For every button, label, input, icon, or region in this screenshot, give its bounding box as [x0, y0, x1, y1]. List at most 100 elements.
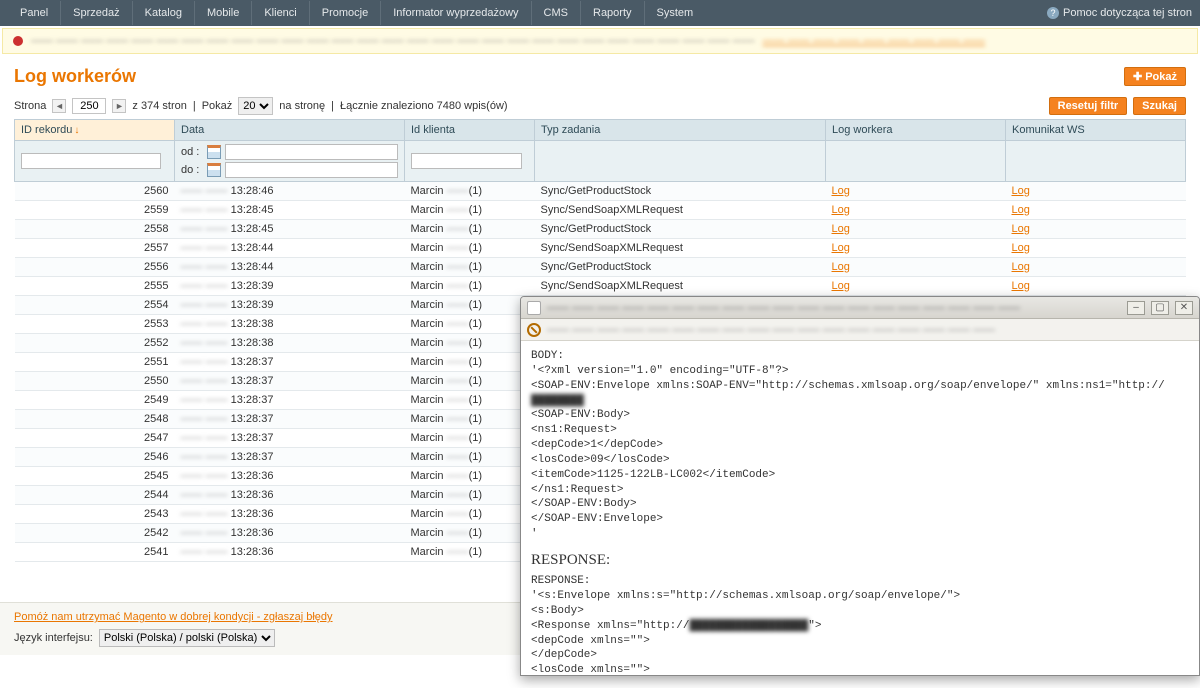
pager-total: Łącznie znaleziono 7480 wpis(ów) [340, 100, 508, 112]
col-klient[interactable]: Id klienta [405, 120, 535, 141]
nav-item[interactable]: Klienci [252, 1, 309, 25]
nav-item[interactable]: Panel [8, 1, 61, 25]
nav-item[interactable]: Raporty [581, 1, 645, 25]
ws-link[interactable]: Log [1012, 223, 1030, 235]
table-row[interactable]: 2556—— —— 13:28:44Marcin ——(1)Sync/GetPr… [15, 258, 1186, 277]
cell-id: 2547 [15, 429, 175, 448]
next-page-button[interactable]: ► [112, 99, 126, 113]
cell-kom: Log [1006, 258, 1186, 277]
filter-from-input[interactable] [225, 144, 398, 160]
cell-id: 2548 [15, 410, 175, 429]
cell-id: 2555 [15, 277, 175, 296]
cell-id: 2552 [15, 334, 175, 353]
notice-text: —— —— —— —— —— —— —— —— —— —— —— —— —— —… [31, 35, 755, 47]
col-data[interactable]: Data [175, 120, 405, 141]
col-kom[interactable]: Komunikat WS [1006, 120, 1186, 141]
table-row[interactable]: 2560—— —— 13:28:46Marcin ——(1)Sync/GetPr… [15, 182, 1186, 201]
col-logw[interactable]: Log workera [826, 120, 1006, 141]
table-row[interactable]: 2559—— —— 13:28:45Marcin ——(1)Sync/SendS… [15, 201, 1186, 220]
cell-date: —— —— 13:28:44 [175, 239, 405, 258]
report-bugs-link[interactable]: Pomóż nam utrzymać Magento w dobrej kond… [14, 611, 333, 623]
cell-logw: Log [826, 258, 1006, 277]
log-link[interactable]: Log [832, 280, 850, 292]
filter-id-input[interactable] [21, 153, 161, 169]
log-link[interactable]: Log [832, 223, 850, 235]
page-input[interactable] [72, 98, 106, 114]
stop-icon[interactable] [527, 323, 541, 337]
plus-icon: ✚ [1133, 71, 1142, 83]
ws-link[interactable]: Log [1012, 280, 1030, 292]
popup-window: —— —— —— —— —— —— —— —— —— —— —— —— —— —… [520, 296, 1200, 676]
log-link[interactable]: Log [832, 185, 850, 197]
maximize-button[interactable]: ▢ [1151, 301, 1169, 315]
cell-kom: Log [1006, 182, 1186, 201]
sort-desc-icon: ↓ [74, 125, 79, 136]
cell-id: 2543 [15, 505, 175, 524]
show-button[interactable]: ✚Pokaż [1124, 67, 1186, 86]
cell-typ: Sync/GetProductStock [535, 220, 826, 239]
nav-item[interactable]: CMS [532, 1, 581, 25]
cell-id: 2558 [15, 220, 175, 239]
ws-link[interactable]: Log [1012, 204, 1030, 216]
cell-logw: Log [826, 239, 1006, 258]
help-link[interactable]: ? Pomoc dotycząca tej stron [1047, 7, 1192, 19]
cell-typ: Sync/GetProductStock [535, 182, 826, 201]
cell-date: —— —— 13:28:39 [175, 277, 405, 296]
pager-label-show: Pokaż [202, 100, 233, 112]
notice-link[interactable]: —— —— —— —— —— —— —— —— —— [763, 35, 985, 47]
table-row[interactable]: 2558—— —— 13:28:45Marcin ——(1)Sync/GetPr… [15, 220, 1186, 239]
search-button[interactable]: Szukaj [1133, 97, 1186, 115]
filter-klient-input[interactable] [411, 153, 522, 169]
ws-link[interactable]: Log [1012, 185, 1030, 197]
col-typ[interactable]: Typ zadania [535, 120, 826, 141]
col-id[interactable]: ID rekordu↓ [15, 120, 175, 141]
cell-logw: Log [826, 182, 1006, 201]
cell-klient: Marcin ——(1) [405, 372, 535, 391]
cell-id: 2551 [15, 353, 175, 372]
help-icon: ? [1047, 7, 1059, 19]
calendar-icon[interactable] [207, 163, 221, 177]
cell-id: 2542 [15, 524, 175, 543]
nav-item[interactable]: Mobile [195, 1, 252, 25]
cell-id: 2554 [15, 296, 175, 315]
popup-favicon [527, 301, 541, 315]
nav-item[interactable]: Promocje [310, 1, 381, 25]
cell-klient: Marcin ——(1) [405, 182, 535, 201]
filter-to-input[interactable] [225, 162, 398, 178]
cell-klient: Marcin ——(1) [405, 277, 535, 296]
cell-date: —— —— 13:28:37 [175, 353, 405, 372]
log-link[interactable]: Log [832, 204, 850, 216]
log-link[interactable]: Log [832, 261, 850, 273]
cell-id: 2545 [15, 467, 175, 486]
lang-select[interactable]: Polski (Polska) / polski (Polska) [99, 629, 275, 647]
ws-link[interactable]: Log [1012, 261, 1030, 273]
log-link[interactable]: Log [832, 242, 850, 254]
perpage-select[interactable]: 20 [238, 97, 273, 115]
popup-titlebar[interactable]: —— —— —— —— —— —— —— —— —— —— —— —— —— —… [521, 297, 1199, 319]
cell-date: —— —— 13:28:36 [175, 543, 405, 562]
nav-item[interactable]: System [645, 1, 706, 25]
popup-body[interactable]: BODY:'<?xml version="1.0" encoding="UTF-… [521, 341, 1199, 675]
table-row[interactable]: 2555—— —— 13:28:39Marcin ——(1)Sync/SendS… [15, 277, 1186, 296]
cell-id: 2557 [15, 239, 175, 258]
cell-logw: Log [826, 201, 1006, 220]
cell-klient: Marcin ——(1) [405, 315, 535, 334]
cell-klient: Marcin ——(1) [405, 296, 535, 315]
prev-page-button[interactable]: ◄ [52, 99, 66, 113]
cell-date: —— —— 13:28:36 [175, 505, 405, 524]
cell-typ: Sync/SendSoapXMLRequest [535, 277, 826, 296]
nav-item[interactable]: Informator wyprzedażowy [381, 1, 531, 25]
close-button[interactable]: ✕ [1175, 301, 1193, 315]
cell-date: —— —— 13:28:45 [175, 220, 405, 239]
cell-klient: Marcin ——(1) [405, 448, 535, 467]
reset-filter-button[interactable]: Resetuj filtr [1049, 97, 1128, 115]
nav-item[interactable]: Katalog [133, 1, 195, 25]
minimize-button[interactable]: – [1127, 301, 1145, 315]
cell-typ: Sync/SendSoapXMLRequest [535, 201, 826, 220]
table-row[interactable]: 2557—— —— 13:28:44Marcin ——(1)Sync/SendS… [15, 239, 1186, 258]
cell-date: —— —— 13:28:37 [175, 410, 405, 429]
cell-id: 2550 [15, 372, 175, 391]
nav-item[interactable]: Sprzedaż [61, 1, 132, 25]
ws-link[interactable]: Log [1012, 242, 1030, 254]
calendar-icon[interactable] [207, 145, 221, 159]
